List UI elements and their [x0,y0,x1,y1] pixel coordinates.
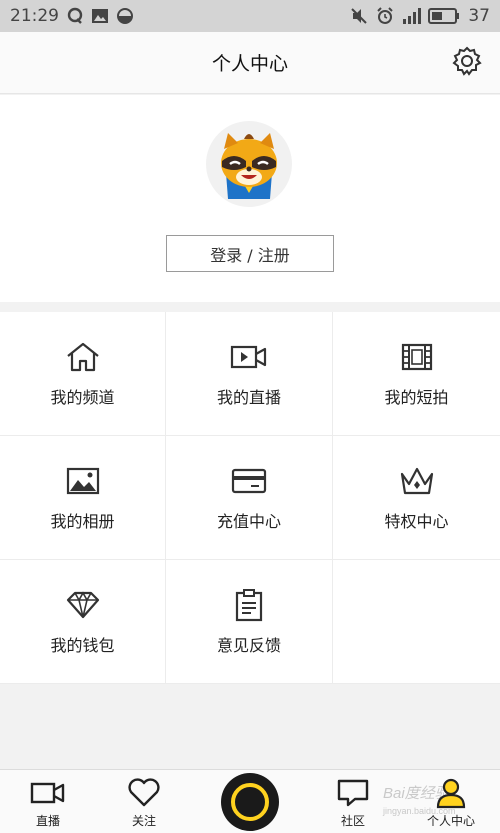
menu-item-label: 意见反馈 [216,635,281,655]
tab-label: 社区 [340,814,365,828]
gear-icon [452,46,482,80]
header: 个人中心 [0,32,500,94]
menu-item-label: 我的钱包 [50,635,115,655]
menu-item-label: 我的短拍 [384,387,449,407]
menu-item-label: 我的相册 [50,511,115,531]
record-ring-icon [231,783,269,821]
diamond-icon [63,588,103,622]
crown-icon [397,464,437,498]
battery-icon [428,7,460,25]
status-bar: 21:29 37 [0,0,500,32]
menu-item-feedback[interactable]: 意见反馈 [166,560,333,684]
menu-item-label: 我的直播 [216,387,281,407]
video-camera-icon [28,776,68,810]
picture-icon [63,464,103,498]
menu-item-recharge-center[interactable]: 充值中心 [166,436,333,560]
page-title: 个人中心 [211,53,288,75]
status-time: 21:29 [10,6,59,26]
chat-bubble-icon [333,776,373,810]
mute-icon [350,7,368,25]
profile-section: 登录 / 注册 [0,95,500,302]
tab-label: 个人中心 [426,814,475,828]
menu-item-my-channel[interactable]: 我的频道 [0,312,166,436]
card-icon [229,464,269,498]
battery-level: 37 [468,6,490,26]
login-register-button[interactable]: 登录 / 注册 [166,235,334,272]
home-icon [63,340,103,374]
clipboard-icon [229,588,269,622]
image-icon [91,7,109,25]
tab-community[interactable]: 社区 [333,770,373,833]
menu-item-label: 我的频道 [50,387,115,407]
moon-icon [116,7,134,25]
tab-label: 直播 [35,814,60,828]
start-live-button[interactable] [221,773,279,831]
menu-item-my-wallet[interactable]: 我的钱包 [0,560,166,684]
bottom-tab-bar: 直播 关注 社区 Bai度经验 jingyan.baidu.com 个人中心 [0,769,500,833]
tab-label: 关注 [131,814,156,828]
tab-profile[interactable]: 个人中心 [422,770,480,833]
signal-icon [402,7,422,25]
alarm-icon [376,7,394,25]
menu-item-my-album[interactable]: 我的相册 [0,436,166,560]
qq-icon [66,7,84,25]
video-camera-icon [229,340,269,374]
menu-item-my-shorts[interactable]: 我的短拍 [333,312,500,436]
menu-item-my-live[interactable]: 我的直播 [166,312,333,436]
settings-button[interactable] [452,46,482,80]
menu-item-label: 充值中心 [216,511,281,531]
film-icon [397,340,437,374]
tab-live[interactable]: 直播 [28,770,68,833]
menu-item-empty [333,560,500,684]
avatar[interactable] [206,121,292,207]
menu-item-label: 特权中心 [384,511,449,531]
menu-grid: 我的频道 我的直播 我的短拍 我的相册 充值中心 特权中心 我的钱包 意见反馈 [0,312,500,684]
tab-follow[interactable]: 关注 [124,770,164,833]
menu-item-privilege-center[interactable]: 特权中心 [333,436,500,560]
heart-icon [124,776,164,810]
person-icon [431,776,471,810]
